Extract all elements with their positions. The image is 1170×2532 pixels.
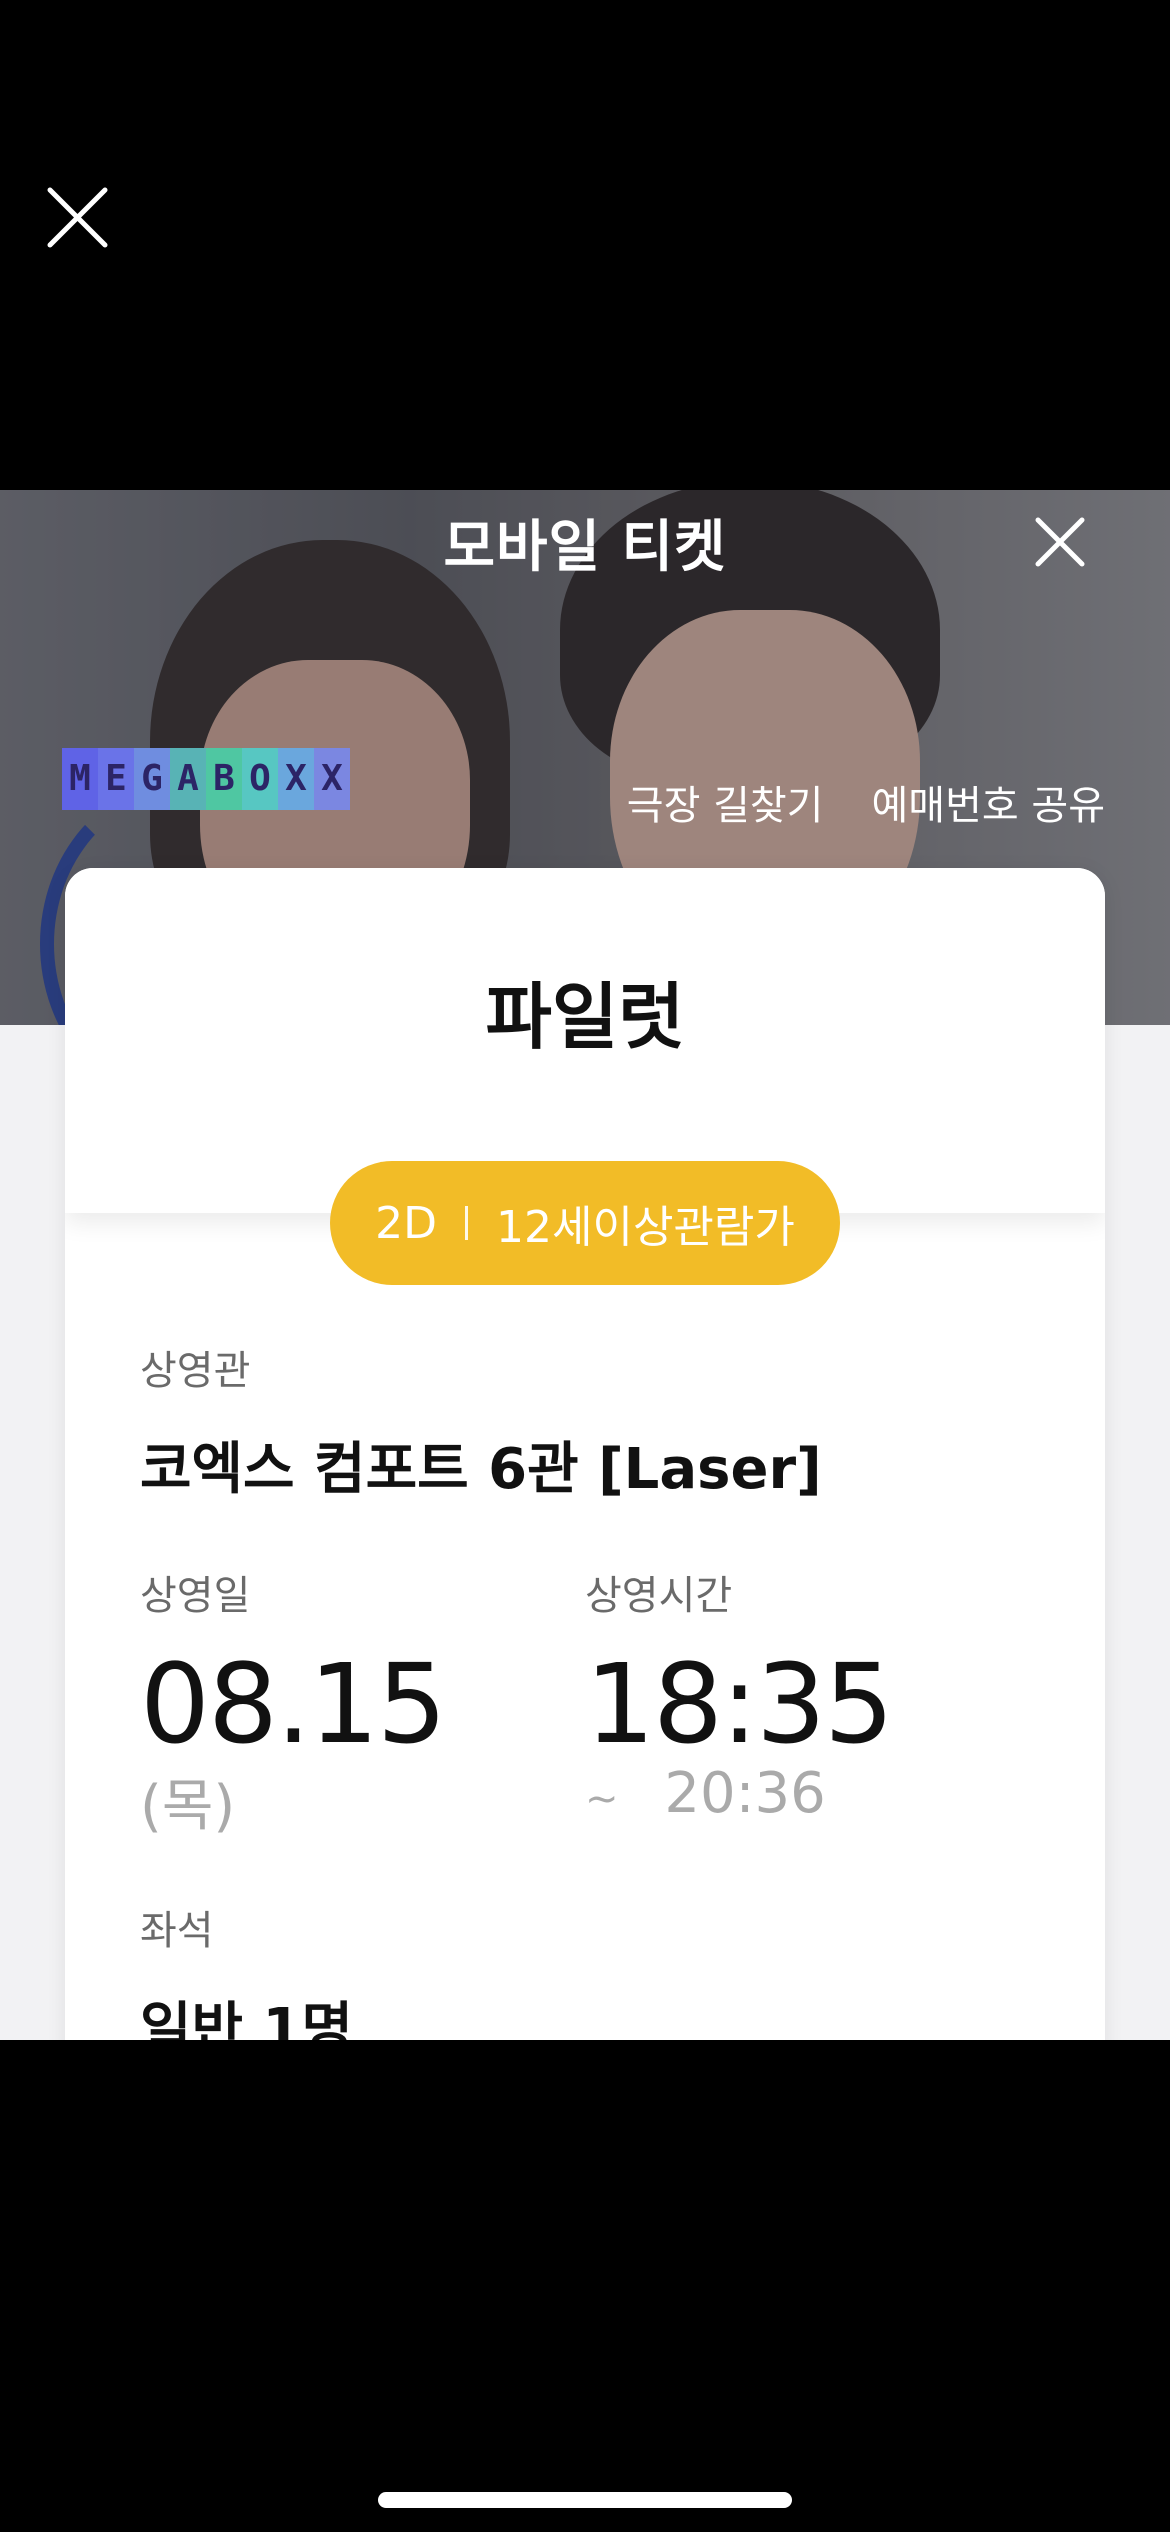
ticket-card: 파일럿 2D 12세이상관람가 상영관 코엑스 컴포트 6관 [Laser] 상… (65, 868, 1105, 2040)
movie-title: 파일럿 (485, 975, 685, 1059)
brand-letter: A (170, 748, 206, 810)
time-end-row: ~ 20:36 (585, 1761, 892, 1826)
date-day: (목) (140, 1774, 236, 1839)
page-title: 모바일 티켓 (443, 515, 727, 580)
divider (465, 1206, 468, 1240)
date-section: 상영일 08.15 (목) (140, 1563, 447, 1842)
brand-letter: M (62, 748, 98, 810)
theater-value: 코엑스 컴포트 6관 [Laser] (140, 1437, 822, 1502)
brand-logo: M E G A B O X X (62, 748, 350, 810)
seat-section: 좌석 일반 1명 (140, 1898, 353, 2040)
ticket-screenshot: 모바일 티켓 M E G A B O X X 극장 길찾기 예매번호 공유 파일… (0, 490, 1170, 2040)
date-label: 상영일 (140, 1573, 251, 1619)
time-end: 20:36 (664, 1761, 826, 1826)
theater-section: 상영관 코엑스 컴포트 6관 [Laser] (140, 1338, 822, 1505)
brand-letter: G (134, 748, 170, 810)
close-icon (47, 187, 108, 248)
theater-label: 상영관 (140, 1348, 251, 1394)
ticket-actions: 극장 길찾기 예매번호 공유 (627, 773, 1105, 831)
image-viewer: 모바일 티켓 M E G A B O X X 극장 길찾기 예매번호 공유 파일… (0, 0, 1170, 2532)
format-rating-badge: 2D 12세이상관람가 (330, 1161, 840, 1285)
format-label: 2D (375, 1197, 437, 1249)
time-start: 18:35 (585, 1640, 894, 1768)
time-range-tilde: ~ (585, 1776, 619, 1822)
brand-letter: E (98, 748, 134, 810)
time-section: 상영시간 18:35 ~ 20:36 (585, 1563, 894, 1826)
directions-link[interactable]: 극장 길찾기 (627, 773, 824, 831)
brand-letter: B (206, 748, 242, 810)
brand-letter: X (278, 748, 314, 810)
seat-label: 좌석 (140, 1908, 214, 1954)
ticket-close-button[interactable] (1030, 512, 1090, 572)
close-icon (1035, 517, 1085, 567)
viewer-close-button[interactable] (40, 180, 115, 255)
date-value: 08.15 (140, 1640, 447, 1768)
seat-value: 일반 1명 (140, 1997, 354, 2040)
rating-label: 12세이상관람가 (496, 1202, 795, 1253)
share-booking-link[interactable]: 예매번호 공유 (871, 773, 1105, 831)
brand-letter: O (242, 748, 278, 810)
time-label: 상영시간 (585, 1573, 733, 1619)
home-indicator[interactable] (378, 2492, 792, 2508)
brand-letter: X (314, 748, 350, 810)
